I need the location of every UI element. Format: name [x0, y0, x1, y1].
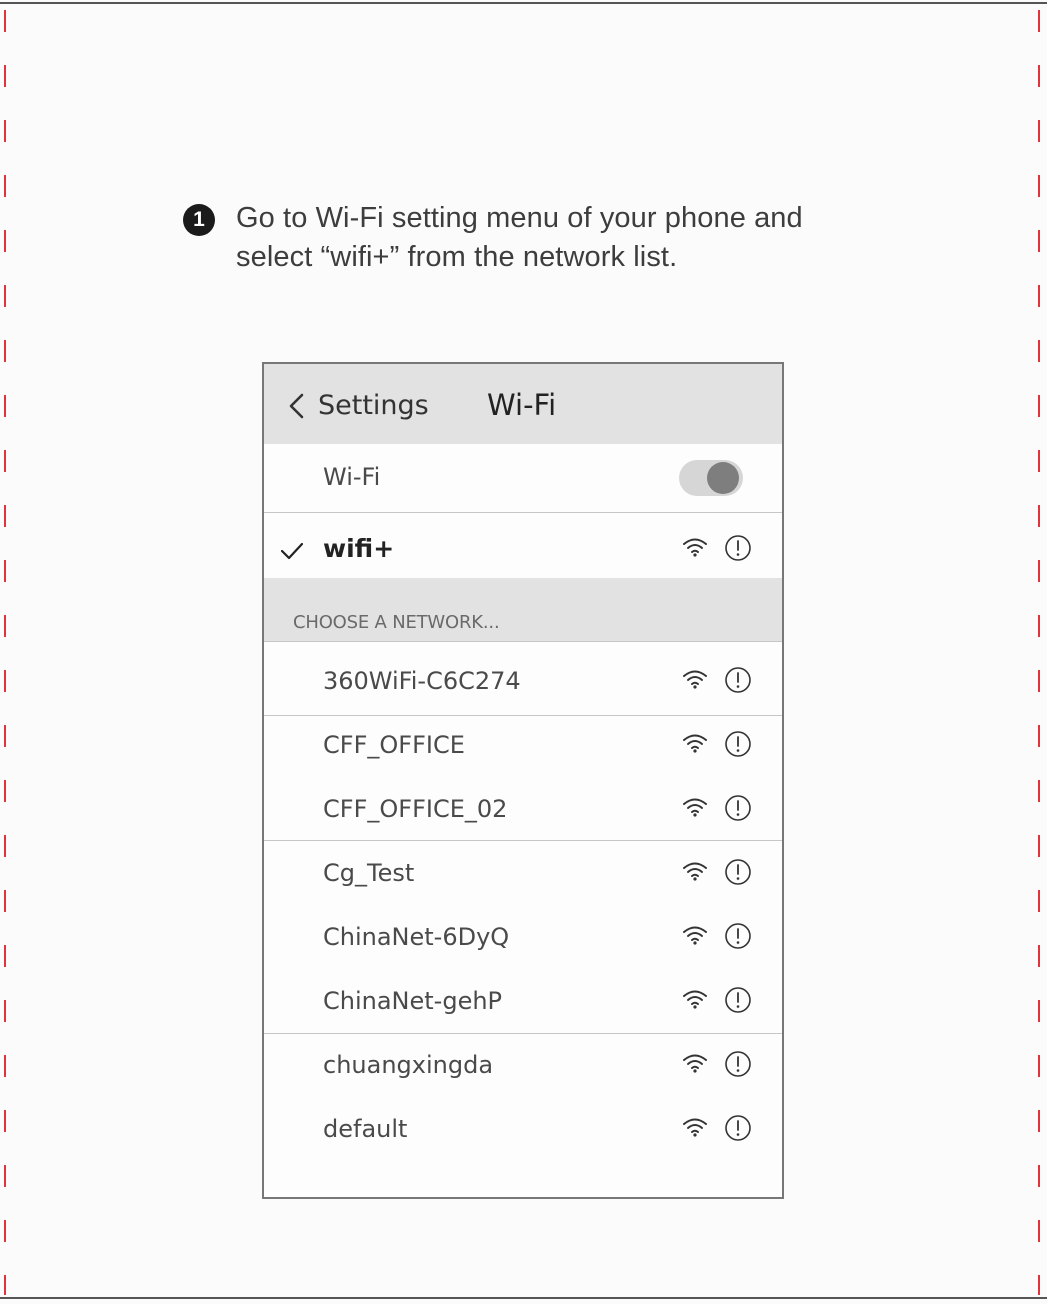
network-name: ChinaNet-gehP — [323, 987, 503, 1015]
choose-network-section: CHOOSE A NETWORK... — [264, 578, 782, 641]
info-icon[interactable] — [724, 730, 752, 758]
checkmark-icon — [280, 542, 304, 560]
wifi-signal-icon — [682, 797, 708, 817]
wifi-toggle-switch[interactable] — [679, 460, 743, 496]
network-name: ChinaNet-6DyQ — [323, 923, 510, 951]
network-name: CFF_OFFICE — [323, 731, 465, 759]
wifi-signal-icon — [682, 1117, 708, 1137]
chevron-left-icon[interactable] — [284, 391, 310, 421]
wifi-signal-icon — [682, 861, 708, 881]
toggle-knob — [707, 462, 739, 494]
wifi-signal-icon — [682, 1053, 708, 1073]
info-icon[interactable] — [724, 1050, 752, 1078]
wifi-signal-icon — [682, 669, 708, 689]
network-name: default — [323, 1115, 408, 1143]
network-name: chuangxingda — [323, 1051, 494, 1079]
info-icon[interactable] — [724, 922, 752, 950]
wifi-signal-icon — [682, 989, 708, 1009]
info-icon[interactable] — [724, 534, 752, 562]
step-number-badge: 1 — [183, 204, 215, 236]
right-cut-line — [1038, 10, 1040, 1295]
network-name: Cg_Test — [323, 859, 415, 887]
section-header: CHOOSE A NETWORK... — [293, 612, 500, 633]
info-icon[interactable] — [724, 666, 752, 694]
info-icon[interactable] — [724, 986, 752, 1014]
wifi-signal-icon — [682, 733, 708, 753]
nav-header: Settings Wi-Fi — [264, 364, 782, 444]
bottom-border-line — [0, 1297, 1047, 1299]
top-border-line — [0, 2, 1047, 4]
page-title: Wi-Fi — [487, 388, 557, 422]
network-name: CFF_OFFICE_02 — [323, 795, 508, 823]
instruction-line-2: select “wifi+” from the network list. — [236, 241, 678, 273]
left-cut-line — [4, 10, 6, 1295]
connected-network-name[interactable]: wifi+ — [323, 534, 394, 563]
wifi-signal-icon — [682, 925, 708, 945]
network-name: 360WiFi-C6C274 — [323, 667, 521, 695]
instruction-text: Go to Wi-Fi setting menu of your phone a… — [236, 199, 876, 277]
phone-screen: Settings Wi-Fi Wi-Fi wifi+ CHOOSE A NETW… — [262, 362, 784, 1199]
wifi-toggle-label: Wi-Fi — [323, 463, 381, 491]
info-icon[interactable] — [724, 858, 752, 886]
info-icon[interactable] — [724, 1114, 752, 1142]
info-icon[interactable] — [724, 794, 752, 822]
back-button[interactable]: Settings — [318, 390, 429, 421]
instruction-line-1: Go to Wi-Fi setting menu of your phone a… — [236, 202, 803, 234]
wifi-signal-icon — [682, 537, 708, 557]
